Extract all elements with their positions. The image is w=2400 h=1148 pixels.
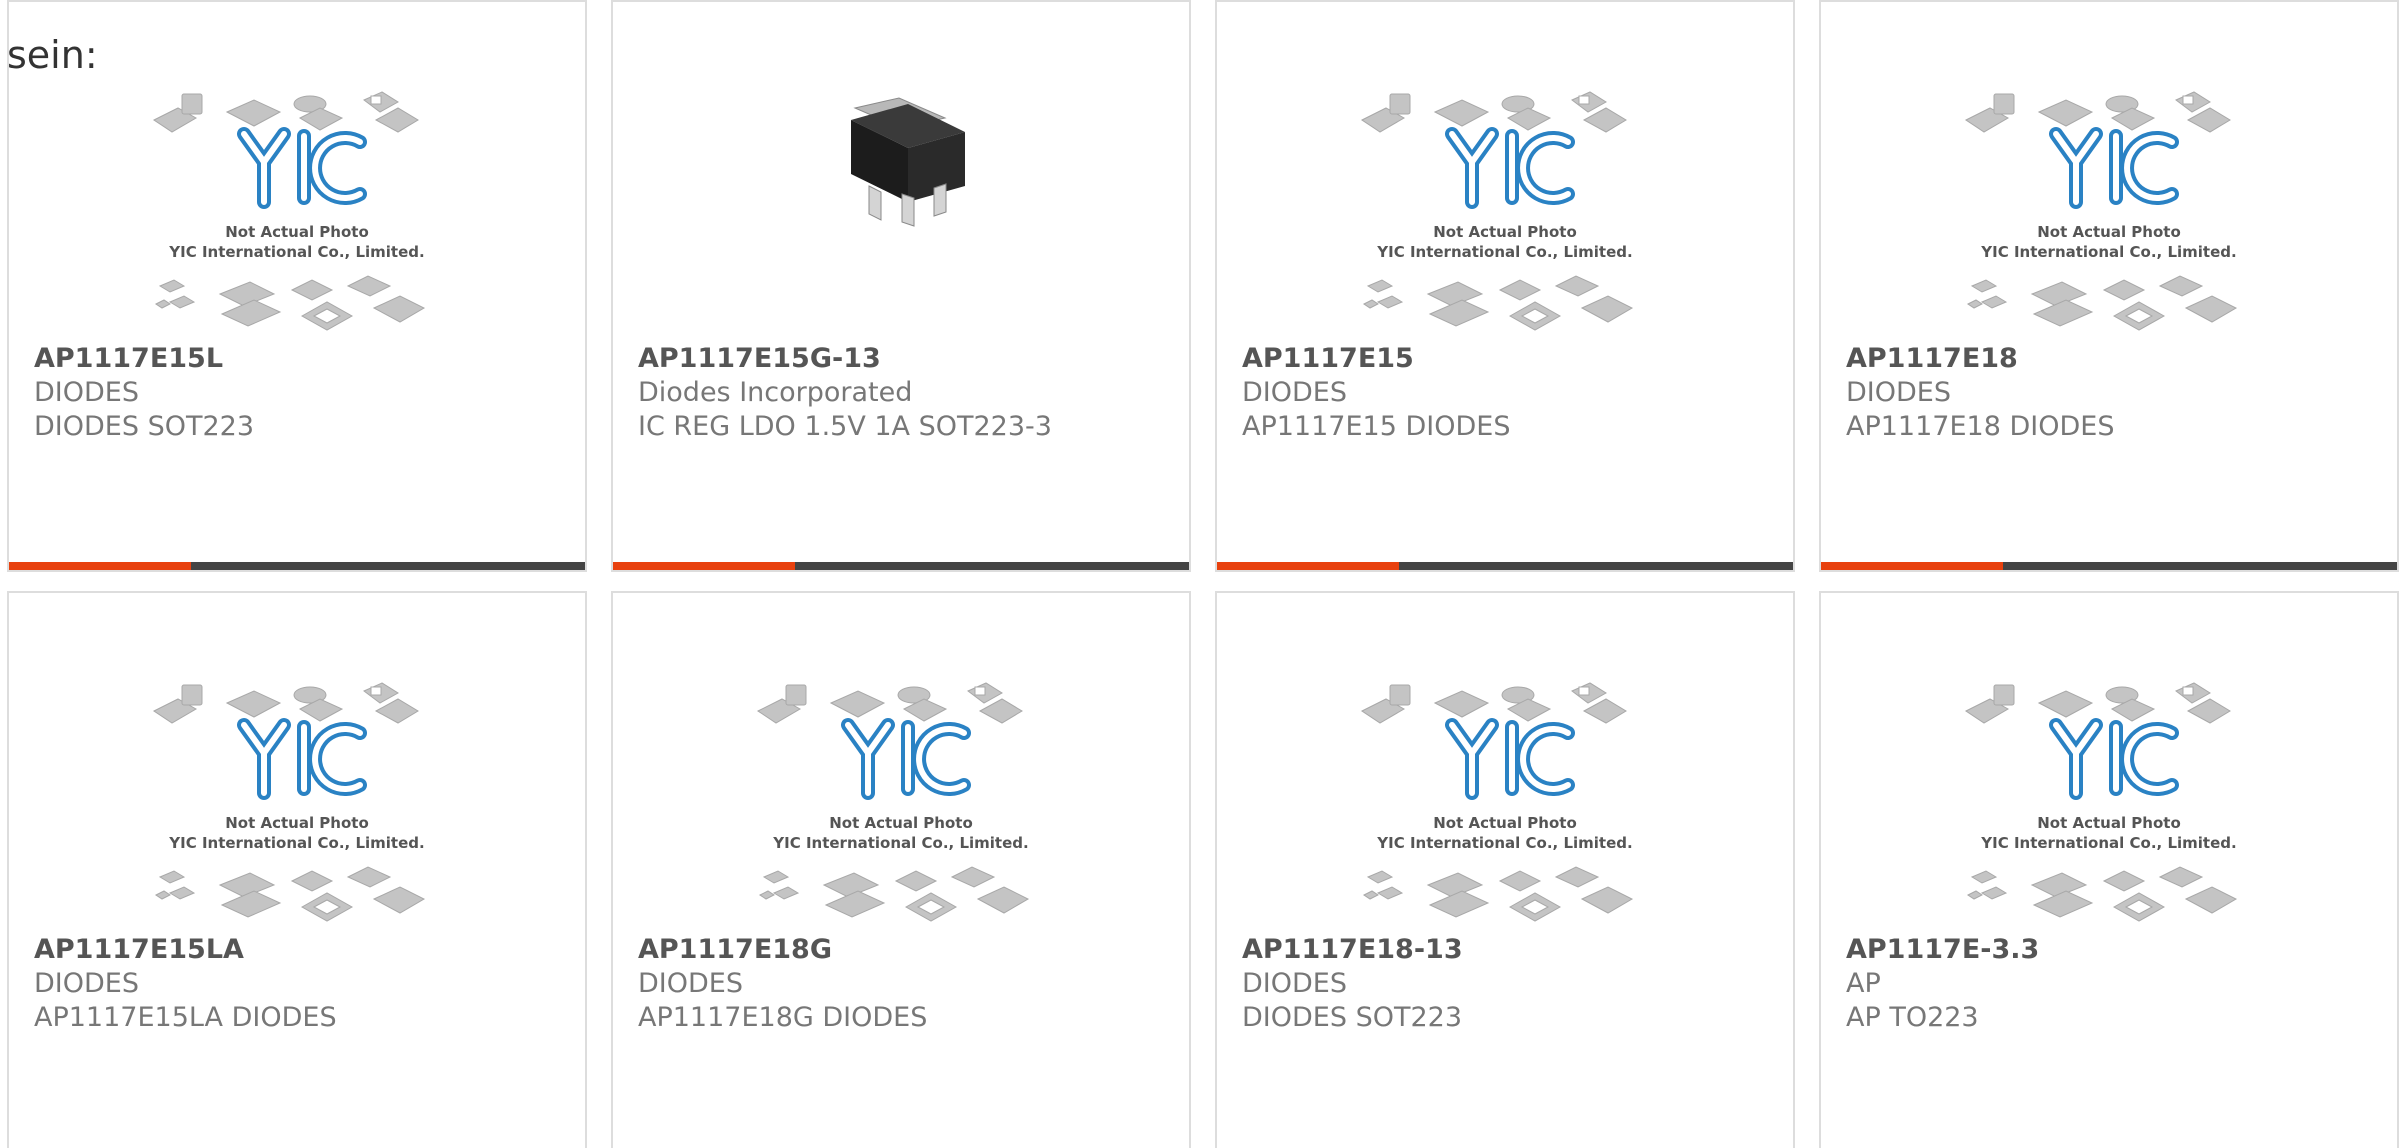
product-info: AP1117E15L DIODES DIODES SOT223 xyxy=(34,342,565,444)
product-description: DIODES SOT223 xyxy=(1242,1002,1462,1033)
placeholder-line2: YIC International Co., Limited. xyxy=(1980,243,2236,261)
placeholder-line1: Not Actual Photo xyxy=(225,814,369,832)
product-info: AP1117E15G-13 Diodes Incorporated IC REG L… xyxy=(638,342,1169,444)
product-description: DIODES SOT223 xyxy=(34,411,254,442)
product-info: AP1117E15 DIODES AP1117E15 DIODES xyxy=(1242,342,1773,444)
product-part-number[interactable]: AP1117E15L xyxy=(34,342,565,376)
product-card[interactable]: AP1117E15G-13 Diodes Incorporated IC REG L… xyxy=(611,0,1191,572)
dark-bar-segment xyxy=(191,562,585,570)
placeholder-line1: Not Actual Photo xyxy=(2037,814,2181,832)
product-photo[interactable] xyxy=(756,90,1046,340)
placeholder-line2: YIC International Co., Limited. xyxy=(168,834,424,852)
product-description: AP1117E15LA DIODES xyxy=(34,1002,337,1033)
placeholder-line1: Not Actual Photo xyxy=(1433,814,1577,832)
product-part-number[interactable]: AP1117E15G-13 xyxy=(638,342,1169,376)
product-part-number[interactable]: AP1117E15 xyxy=(1242,342,1773,376)
placeholder-line1: Not Actual Photo xyxy=(225,223,369,241)
intro-text: sein: xyxy=(7,33,98,77)
product-description: AP TO223 xyxy=(1846,1002,1979,1033)
product-list-page: sein: Not Actual Photo YIC International… xyxy=(0,0,2400,1148)
product-manufacturer: DIODES xyxy=(1242,968,1347,999)
card-accent-bar xyxy=(613,562,1189,570)
product-card[interactable]: Not Actual Photo YIC International Co., … xyxy=(1819,0,2399,572)
product-info: AP1117E18-13 DIODES DIODES SOT223 xyxy=(1242,933,1773,1035)
product-info: AP1117E18G DIODES AP1117E18G DIODES xyxy=(638,933,1169,1035)
product-manufacturer: DIODES xyxy=(1846,377,1951,408)
product-manufacturer: DIODES xyxy=(34,377,139,408)
product-description: AP1117E15 DIODES xyxy=(1242,411,1511,442)
not-actual-photo-placeholder[interactable]: Not Actual Photo YIC International Co., … xyxy=(1964,90,2254,340)
product-manufacturer: DIODES xyxy=(34,968,139,999)
placeholder-line1: Not Actual Photo xyxy=(1433,223,1577,241)
not-actual-photo-placeholder[interactable]: Not Actual Photo YIC International Co., … xyxy=(1964,681,2254,931)
dark-bar-segment xyxy=(795,562,1189,570)
product-part-number[interactable]: AP1117E18 xyxy=(1846,342,2377,376)
product-card[interactable]: Not Actual Photo YIC International Co., … xyxy=(1215,0,1795,572)
accent-bar-segment xyxy=(9,562,191,570)
product-description: IC REG LDO 1.5V 1A SOT223-3 xyxy=(638,411,1052,442)
product-card[interactable]: Not Actual Photo YIC International Co., … xyxy=(1215,591,1795,1148)
card-accent-bar xyxy=(1217,562,1793,570)
product-card[interactable]: Not Actual Photo YIC International Co., … xyxy=(7,591,587,1148)
placeholder-line2: YIC International Co., Limited. xyxy=(1376,834,1632,852)
dark-bar-segment xyxy=(2003,562,2397,570)
accent-bar-segment xyxy=(613,562,795,570)
product-part-number[interactable]: AP1117E-3.3 xyxy=(1846,933,2377,967)
product-description: AP1117E18 DIODES xyxy=(1846,411,2115,442)
card-accent-bar xyxy=(1821,562,2397,570)
placeholder-line2: YIC International Co., Limited. xyxy=(168,243,424,261)
product-part-number[interactable]: AP1117E18G xyxy=(638,933,1169,967)
product-card[interactable]: Not Actual Photo YIC International Co., … xyxy=(611,591,1191,1148)
not-actual-photo-placeholder[interactable]: Not Actual Photo YIC International Co., … xyxy=(152,90,442,340)
placeholder-line2: YIC International Co., Limited. xyxy=(772,834,1028,852)
product-info: AP1117E18 DIODES AP1117E18 DIODES xyxy=(1846,342,2377,444)
accent-bar-segment xyxy=(1217,562,1399,570)
not-actual-photo-placeholder[interactable]: Not Actual Photo YIC International Co., … xyxy=(1360,90,1650,340)
product-part-number[interactable]: AP1117E18-13 xyxy=(1242,933,1773,967)
card-accent-bar xyxy=(9,562,585,570)
not-actual-photo-placeholder[interactable]: Not Actual Photo YIC International Co., … xyxy=(152,681,442,931)
not-actual-photo-placeholder[interactable]: Not Actual Photo YIC International Co., … xyxy=(1360,681,1650,931)
product-info: AP1117E-3.3 AP AP TO223 xyxy=(1846,933,2377,1035)
product-grid: Not Actual Photo YIC International Co., … xyxy=(7,0,2399,1148)
placeholder-line2: YIC International Co., Limited. xyxy=(1980,834,2236,852)
placeholder-line1: Not Actual Photo xyxy=(829,814,973,832)
placeholder-line1: Not Actual Photo xyxy=(2037,223,2181,241)
dark-bar-segment xyxy=(1399,562,1793,570)
product-manufacturer: AP xyxy=(1846,968,1881,999)
product-manufacturer: Diodes Incorporated xyxy=(638,377,913,408)
accent-bar-segment xyxy=(1821,562,2003,570)
not-actual-photo-placeholder[interactable]: Not Actual Photo YIC International Co., … xyxy=(756,681,1046,931)
product-info: AP1117E15LA DIODES AP1117E15LA DIODES xyxy=(34,933,565,1035)
placeholder-line2: YIC International Co., Limited. xyxy=(1376,243,1632,261)
product-part-number[interactable]: AP1117E15LA xyxy=(34,933,565,967)
product-manufacturer: DIODES xyxy=(1242,377,1347,408)
product-card[interactable]: Not Actual Photo YIC International Co., … xyxy=(7,0,587,572)
product-manufacturer: DIODES xyxy=(638,968,743,999)
product-card[interactable]: Not Actual Photo YIC International Co., … xyxy=(1819,591,2399,1148)
product-description: AP1117E18G DIODES xyxy=(638,1002,928,1033)
